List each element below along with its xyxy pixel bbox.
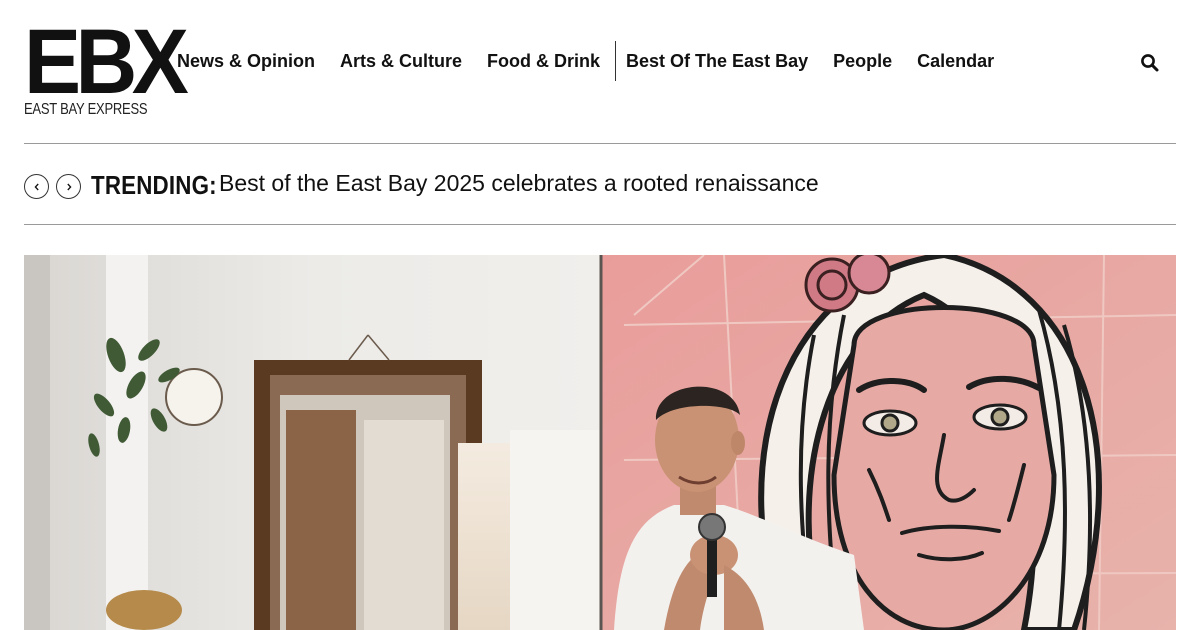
- trending-divider: [24, 224, 1176, 225]
- nav-item-news-opinion[interactable]: News & Opinion: [177, 51, 315, 72]
- chevron-left-icon: [34, 183, 39, 190]
- nav-item-calendar[interactable]: Calendar: [917, 51, 994, 72]
- chevron-right-icon: [66, 183, 71, 190]
- hero-photo: [24, 255, 1176, 630]
- logo-mark: EBX: [24, 11, 189, 113]
- main-nav: News & Opinion Arts & Culture Food & Dri…: [177, 41, 1019, 81]
- nav-item-arts-culture[interactable]: Arts & Culture: [340, 51, 462, 72]
- nav-item-best-of-east-bay[interactable]: Best Of The East Bay: [626, 51, 808, 72]
- nav-divider: [615, 41, 617, 81]
- search-icon[interactable]: [1138, 51, 1162, 75]
- hero-image[interactable]: [24, 255, 1176, 630]
- trending-next-button[interactable]: [56, 174, 81, 199]
- trending-headline-link[interactable]: Best of the East Bay 2025 celebrates a r…: [219, 170, 819, 197]
- nav-item-food-drink[interactable]: Food & Drink: [487, 51, 600, 72]
- trending-prev-button[interactable]: [24, 174, 49, 199]
- logo-subtitle: EAST BAY EXPRESS: [24, 101, 148, 118]
- site-logo[interactable]: EBX EAST BAY EXPRESS: [24, 11, 189, 120]
- nav-item-people[interactable]: People: [833, 51, 892, 72]
- header-divider: [24, 143, 1176, 144]
- trending-label: TRENDING:: [91, 170, 217, 200]
